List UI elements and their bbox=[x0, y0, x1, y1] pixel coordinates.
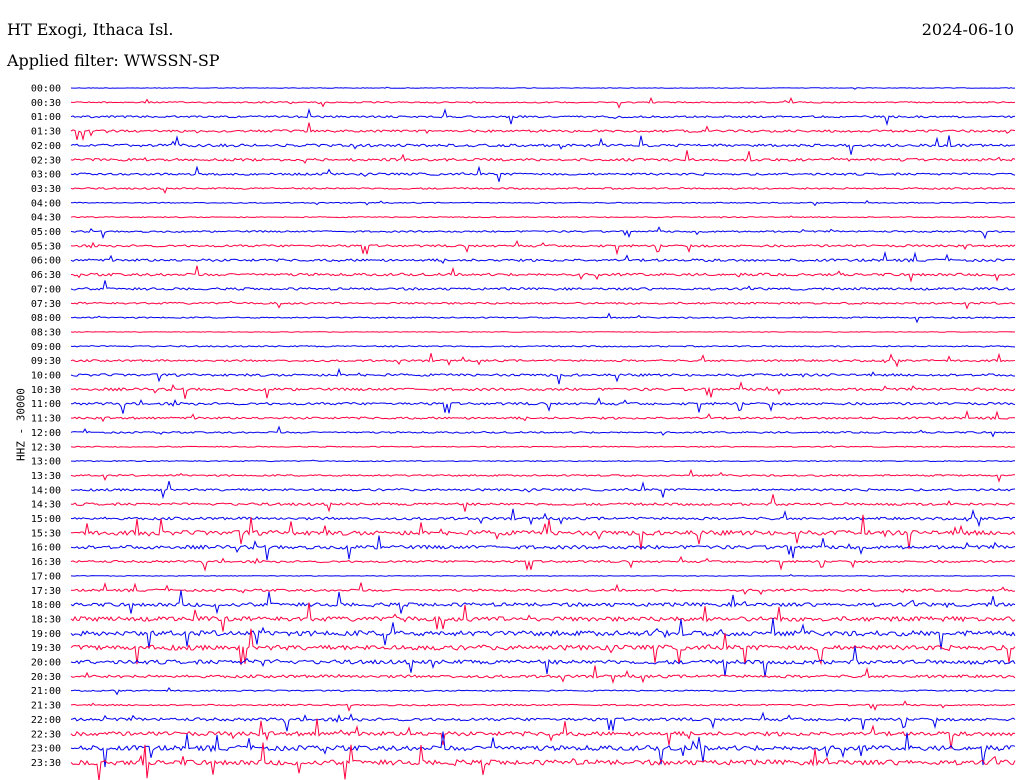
row-label-0330: 03:30 bbox=[31, 184, 61, 195]
trace-0100 bbox=[70, 107, 1016, 126]
helicorder-plot: 00:00 00:30 01:00 01:30 02:00 02:30 03:00 03:30… bbox=[31, 84, 1016, 780]
row-label-0600: 06:00 bbox=[31, 256, 61, 267]
trace-0000 bbox=[70, 86, 1016, 90]
trace-1500 bbox=[70, 508, 1016, 528]
trace-1000 bbox=[70, 367, 1015, 385]
trace-0530 bbox=[70, 239, 1016, 256]
row-label-0630: 06:30 bbox=[31, 270, 61, 281]
row-label-0700: 07:00 bbox=[31, 284, 61, 295]
trace-1630 bbox=[70, 555, 1016, 572]
trace-0200 bbox=[70, 135, 1016, 155]
row-label-0900: 09:00 bbox=[31, 342, 61, 353]
trace-2030 bbox=[70, 665, 1016, 685]
row-label-1930: 19:30 bbox=[31, 643, 61, 654]
row-label-1300: 13:00 bbox=[31, 457, 61, 468]
trace-0900 bbox=[70, 345, 1016, 348]
trace-0700 bbox=[70, 280, 1016, 291]
row-label-0530: 05:30 bbox=[31, 241, 61, 252]
trace-1730 bbox=[70, 581, 1016, 596]
row-label-1800: 18:00 bbox=[31, 600, 61, 611]
row-label-1530: 15:30 bbox=[31, 528, 61, 539]
trace-0030 bbox=[70, 96, 1016, 109]
row-label-2100: 21:00 bbox=[31, 686, 61, 697]
row-label-0500: 05:00 bbox=[31, 227, 61, 238]
row-label-1600: 16:00 bbox=[31, 543, 61, 554]
row-label-0730: 07:30 bbox=[31, 299, 61, 310]
trace-1800 bbox=[70, 590, 1016, 615]
trace-2000 bbox=[70, 646, 1016, 678]
row-label-1830: 18:30 bbox=[31, 614, 61, 625]
trace-1030 bbox=[71, 381, 1016, 399]
trace-1430 bbox=[70, 494, 1016, 513]
trace-1100 bbox=[70, 397, 1016, 414]
trace-0730 bbox=[70, 300, 1016, 310]
trace-1300 bbox=[71, 459, 1016, 463]
trace-2230 bbox=[70, 718, 1016, 749]
trace-0930 bbox=[70, 352, 1016, 368]
row-label-0800: 08:00 bbox=[31, 313, 61, 324]
row-label-2200: 22:00 bbox=[31, 715, 61, 726]
trace-0430 bbox=[70, 215, 1015, 219]
trace-1230 bbox=[70, 445, 1015, 448]
trace-0330 bbox=[70, 187, 1016, 194]
trace-1200 bbox=[70, 425, 1016, 438]
trace-2130 bbox=[70, 700, 1016, 712]
trace-1900 bbox=[70, 617, 1016, 650]
row-label-1430: 14:30 bbox=[31, 500, 61, 511]
row-label-0200: 02:00 bbox=[31, 141, 61, 152]
row-label-2000: 20:00 bbox=[31, 658, 61, 669]
row-label-1230: 12:30 bbox=[31, 442, 61, 453]
trace-0800 bbox=[70, 312, 1015, 324]
row-label-0000: 00:00 bbox=[31, 84, 61, 95]
row-label-0830: 08:30 bbox=[31, 327, 61, 338]
row-label-0930: 09:30 bbox=[31, 356, 61, 367]
row-label-0300: 03:00 bbox=[31, 170, 61, 181]
trace-0400 bbox=[71, 200, 1016, 207]
row-label-1700: 17:00 bbox=[31, 571, 61, 582]
row-label-0230: 02:30 bbox=[31, 155, 61, 166]
row-label-0100: 01:00 bbox=[31, 112, 61, 123]
trace-0500 bbox=[70, 226, 1015, 240]
trace-1930 bbox=[70, 628, 1016, 666]
trace-1400 bbox=[70, 480, 1016, 500]
trace-1830 bbox=[70, 602, 1016, 632]
row-label-2330: 23:30 bbox=[31, 758, 61, 769]
trace-1530 bbox=[71, 514, 1016, 550]
row-label-0430: 04:30 bbox=[31, 213, 61, 224]
row-label-0030: 00:30 bbox=[31, 98, 61, 109]
trace-1600 bbox=[70, 535, 1016, 561]
trace-0630 bbox=[70, 265, 1016, 283]
row-label-1030: 10:30 bbox=[31, 385, 61, 396]
row-label-0400: 04:00 bbox=[31, 198, 61, 209]
row-label-2230: 22:30 bbox=[31, 729, 61, 740]
row-label-1630: 16:30 bbox=[31, 557, 61, 568]
row-label-2030: 20:30 bbox=[31, 672, 61, 683]
row-label-1500: 15:00 bbox=[31, 514, 61, 525]
trace-1700 bbox=[70, 574, 1016, 577]
row-label-1100: 11:00 bbox=[31, 399, 61, 410]
row-label-1200: 12:00 bbox=[31, 428, 61, 439]
trace-1330 bbox=[70, 468, 1015, 483]
row-label-1000: 10:00 bbox=[31, 371, 61, 382]
trace-0130 bbox=[70, 122, 1016, 142]
trace-1130 bbox=[71, 409, 1015, 423]
row-label-1730: 17:30 bbox=[31, 586, 61, 597]
trace-0300 bbox=[70, 165, 1016, 182]
trace-2300 bbox=[70, 731, 1016, 768]
row-label-1900: 19:00 bbox=[31, 629, 61, 640]
trace-0830 bbox=[70, 331, 1016, 333]
row-label-2300: 23:00 bbox=[31, 744, 61, 755]
row-label-1400: 14:00 bbox=[31, 485, 61, 496]
trace-0600 bbox=[70, 250, 1016, 264]
row-label-2130: 21:30 bbox=[31, 701, 61, 712]
row-label-1130: 11:30 bbox=[31, 414, 61, 425]
trace-2100 bbox=[70, 686, 1016, 696]
row-label-0130: 01:30 bbox=[31, 127, 61, 138]
row-label-1330: 13:30 bbox=[31, 471, 61, 482]
trace-0230 bbox=[70, 150, 1016, 164]
